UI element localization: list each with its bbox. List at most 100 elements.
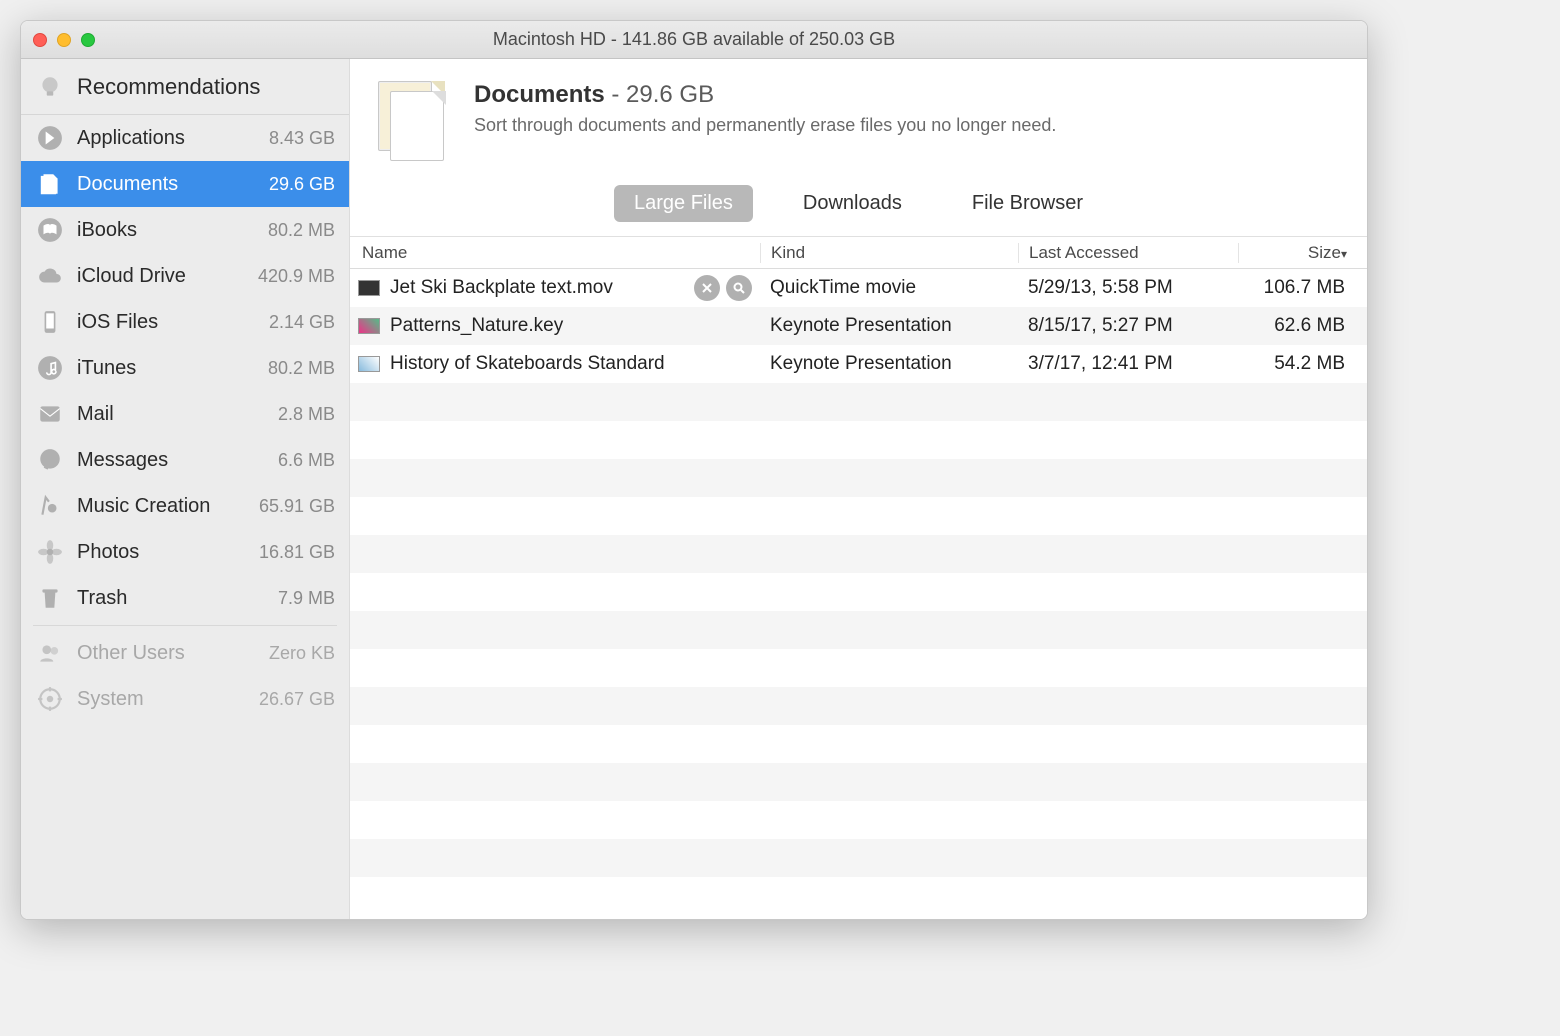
header-size: 29.6 GB (626, 81, 714, 108)
file-thumbnail-icon (358, 318, 380, 334)
sidebar-item-label: Mail (77, 403, 278, 426)
maximize-button[interactable] (81, 33, 95, 47)
sidebar-item-label: iCloud Drive (77, 265, 258, 288)
reveal-file-button[interactable] (726, 275, 752, 301)
sidebar-item-size: 80.2 MB (268, 220, 335, 241)
column-header-size[interactable]: Size▾ (1238, 243, 1367, 263)
sidebar-item-size: 16.81 GB (259, 542, 335, 563)
sidebar-divider (33, 625, 337, 626)
view-tabs: Large Files Downloads File Browser (350, 181, 1367, 237)
delete-file-button[interactable] (694, 275, 720, 301)
trash-icon (35, 583, 65, 613)
sidebar-item-mail[interactable]: Mail2.8 MB (21, 391, 349, 437)
empty-row (350, 497, 1367, 535)
sidebar-item-size: 29.6 GB (269, 174, 335, 195)
tab-file-browser[interactable]: File Browser (952, 185, 1103, 222)
empty-row (350, 801, 1367, 839)
tab-downloads[interactable]: Downloads (783, 185, 922, 222)
sidebar-item-label: Other Users (77, 642, 269, 665)
messages-icon (35, 445, 65, 475)
sidebar-item-icloud[interactable]: iCloud Drive420.9 MB (21, 253, 349, 299)
file-size: 106.7 MB (1238, 277, 1367, 299)
empty-row (350, 839, 1367, 877)
sidebar-item-size: 2.14 GB (269, 312, 335, 333)
file-name: Jet Ski Backplate text.mov (390, 277, 613, 299)
minimize-button[interactable] (57, 33, 71, 47)
sidebar-item-label: Messages (77, 449, 278, 472)
file-thumbnail-icon (358, 356, 380, 372)
content: Recommendations Applications8.43 GBDocum… (21, 59, 1367, 919)
mail-icon (35, 399, 65, 429)
header-title-line: Documents - 29.6 GB (474, 81, 1056, 109)
storage-management-window: Macintosh HD - 141.86 GB available of 25… (20, 20, 1368, 920)
sidebar-item-size: 2.8 MB (278, 404, 335, 425)
file-row[interactable]: Jet Ski Backplate text.mov QuickTime movi… (350, 269, 1367, 307)
window-title: Macintosh HD - 141.86 GB available of 25… (21, 29, 1367, 50)
column-header-name[interactable]: Name (350, 243, 760, 263)
file-kind: QuickTime movie (760, 277, 1018, 299)
sidebar-item-label: Photos (77, 541, 259, 564)
column-header-last-accessed[interactable]: Last Accessed (1018, 243, 1238, 263)
empty-row (350, 459, 1367, 497)
empty-row (350, 573, 1367, 611)
header-title: Documents (474, 81, 605, 108)
itunes-icon (35, 353, 65, 383)
photos-icon (35, 537, 65, 567)
file-row[interactable]: History of Skateboards Standard Keynote P… (350, 345, 1367, 383)
users-icon (35, 638, 65, 668)
sidebar-item-size: 420.9 MB (258, 266, 335, 287)
sidebar-item-music[interactable]: Music Creation65.91 GB (21, 483, 349, 529)
sidebar-item-ibooks[interactable]: iBooks80.2 MB (21, 207, 349, 253)
icloud-icon (35, 261, 65, 291)
sidebar: Recommendations Applications8.43 GBDocum… (21, 59, 349, 919)
header-subtitle: Sort through documents and permanently e… (474, 115, 1056, 136)
empty-row (350, 383, 1367, 421)
sidebar-item-label: Applications (77, 127, 269, 150)
main-panel: Documents - 29.6 GB Sort through documen… (349, 59, 1367, 919)
file-last-accessed: 8/15/17, 5:27 PM (1018, 315, 1238, 337)
documents-icon (35, 169, 65, 199)
empty-row (350, 687, 1367, 725)
sidebar-item-size: 80.2 MB (268, 358, 335, 379)
sidebar-item-label: iTunes (77, 357, 268, 380)
empty-row (350, 725, 1367, 763)
ios-icon (35, 307, 65, 337)
sidebar-item-label: Documents (77, 173, 269, 196)
tab-large-files[interactable]: Large Files (614, 185, 753, 222)
sidebar-item-users[interactable]: Other UsersZero KB (21, 630, 349, 676)
sidebar-item-size: 6.6 MB (278, 450, 335, 471)
empty-row (350, 421, 1367, 459)
sidebar-item-size: 7.9 MB (278, 588, 335, 609)
sidebar-item-itunes[interactable]: iTunes80.2 MB (21, 345, 349, 391)
file-size: 62.6 MB (1238, 315, 1367, 337)
file-kind: Keynote Presentation (760, 353, 1018, 375)
file-row[interactable]: Patterns_Nature.keyKeynote Presentation8… (350, 307, 1367, 345)
file-size: 54.2 MB (1238, 353, 1367, 375)
sidebar-item-ios[interactable]: iOS Files2.14 GB (21, 299, 349, 345)
sidebar-item-apps[interactable]: Applications8.43 GB (21, 115, 349, 161)
ibooks-icon (35, 215, 65, 245)
titlebar[interactable]: Macintosh HD - 141.86 GB available of 25… (21, 21, 1367, 59)
sidebar-item-recommendations[interactable]: Recommendations (21, 59, 349, 115)
file-name: History of Skateboards Standard (390, 353, 665, 375)
sidebar-item-documents[interactable]: Documents29.6 GB (21, 161, 349, 207)
column-header-kind[interactable]: Kind (760, 243, 1018, 263)
empty-row (350, 535, 1367, 573)
file-last-accessed: 5/29/13, 5:58 PM (1018, 277, 1238, 299)
sidebar-item-messages[interactable]: Messages6.6 MB (21, 437, 349, 483)
system-icon (35, 684, 65, 714)
close-button[interactable] (33, 33, 47, 47)
sidebar-item-trash[interactable]: Trash7.9 MB (21, 575, 349, 621)
traffic-lights (33, 33, 95, 47)
chevron-down-icon: ▾ (1341, 247, 1347, 261)
sidebar-item-photos[interactable]: Photos16.81 GB (21, 529, 349, 575)
sidebar-item-label: iBooks (77, 219, 268, 242)
file-thumbnail-icon (358, 280, 380, 296)
file-name: Patterns_Nature.key (390, 315, 563, 337)
sidebar-item-system[interactable]: System26.67 GB (21, 676, 349, 722)
sidebar-item-label: Trash (77, 587, 278, 610)
category-header: Documents - 29.6 GB Sort through documen… (350, 59, 1367, 181)
sidebar-item-size: 8.43 GB (269, 128, 335, 149)
sidebar-item-label: Recommendations (77, 74, 260, 100)
sidebar-item-label: System (77, 688, 259, 711)
